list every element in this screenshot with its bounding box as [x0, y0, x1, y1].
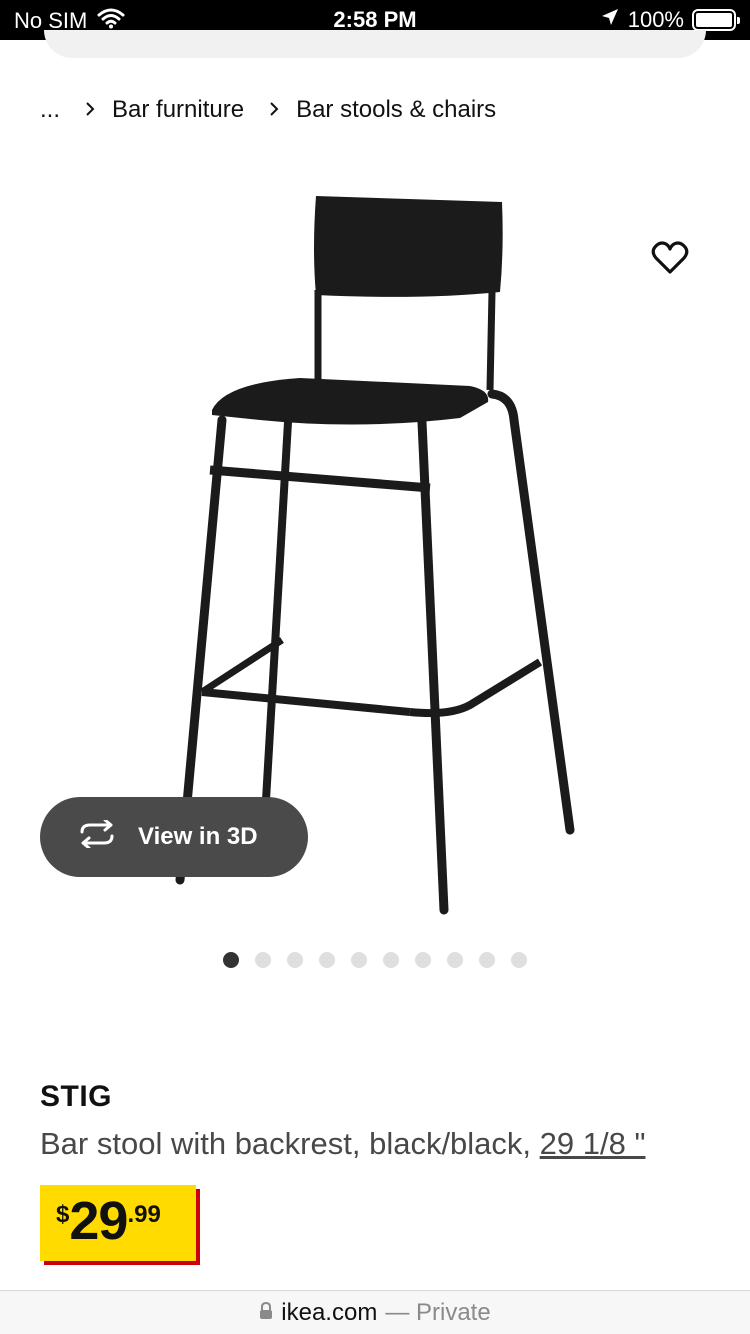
gallery-dot[interactable]: [511, 952, 527, 968]
lock-icon: [259, 1299, 273, 1327]
gallery-dot[interactable]: [351, 952, 367, 968]
price-decimal: .99: [127, 1201, 161, 1228]
gallery-pagination: [0, 952, 750, 968]
breadcrumb-item-bar-furniture[interactable]: Bar furniture: [112, 96, 244, 124]
heart-icon: [651, 240, 689, 280]
chevron-right-icon: [268, 97, 280, 123]
browser-url-bar[interactable]: ikea.com — Private: [0, 1290, 750, 1334]
product-description-text: Bar stool with backrest, black/black,: [40, 1126, 540, 1161]
breadcrumb: ... Bar furniture Bar stools & chairs: [40, 96, 496, 124]
view-in-3d-label: View in 3D: [138, 823, 258, 850]
gallery-dot[interactable]: [447, 952, 463, 968]
price-currency: $: [56, 1201, 70, 1228]
gallery-dot[interactable]: [223, 952, 239, 968]
gallery-dot[interactable]: [479, 952, 495, 968]
product-size-link[interactable]: 29 1/8 ": [540, 1126, 646, 1161]
breadcrumb-item-ellipsis[interactable]: ...: [40, 96, 60, 124]
battery-icon: [692, 9, 740, 31]
gallery-dot[interactable]: [415, 952, 431, 968]
price-integer: 29: [69, 1191, 128, 1251]
gallery-dot[interactable]: [383, 952, 399, 968]
product-name: STIG: [40, 1080, 113, 1113]
search-bar-remnant: [44, 30, 706, 58]
product-description: Bar stool with backrest, black/black, 29…: [40, 1126, 645, 1162]
view-in-3d-button[interactable]: View in 3D: [40, 797, 308, 877]
gallery-dot[interactable]: [287, 952, 303, 968]
chevron-right-icon: [84, 97, 96, 123]
gallery-dot[interactable]: [255, 952, 271, 968]
rotate-3d-icon: [76, 818, 118, 855]
url-private-label: — Private: [385, 1298, 491, 1326]
gallery-dot[interactable]: [319, 952, 335, 968]
url-domain: ikea.com: [281, 1298, 378, 1326]
price-tag: $ 29 .99: [40, 1185, 196, 1261]
breadcrumb-item-bar-stools[interactable]: Bar stools & chairs: [296, 96, 496, 124]
favorite-button[interactable]: [648, 238, 692, 282]
